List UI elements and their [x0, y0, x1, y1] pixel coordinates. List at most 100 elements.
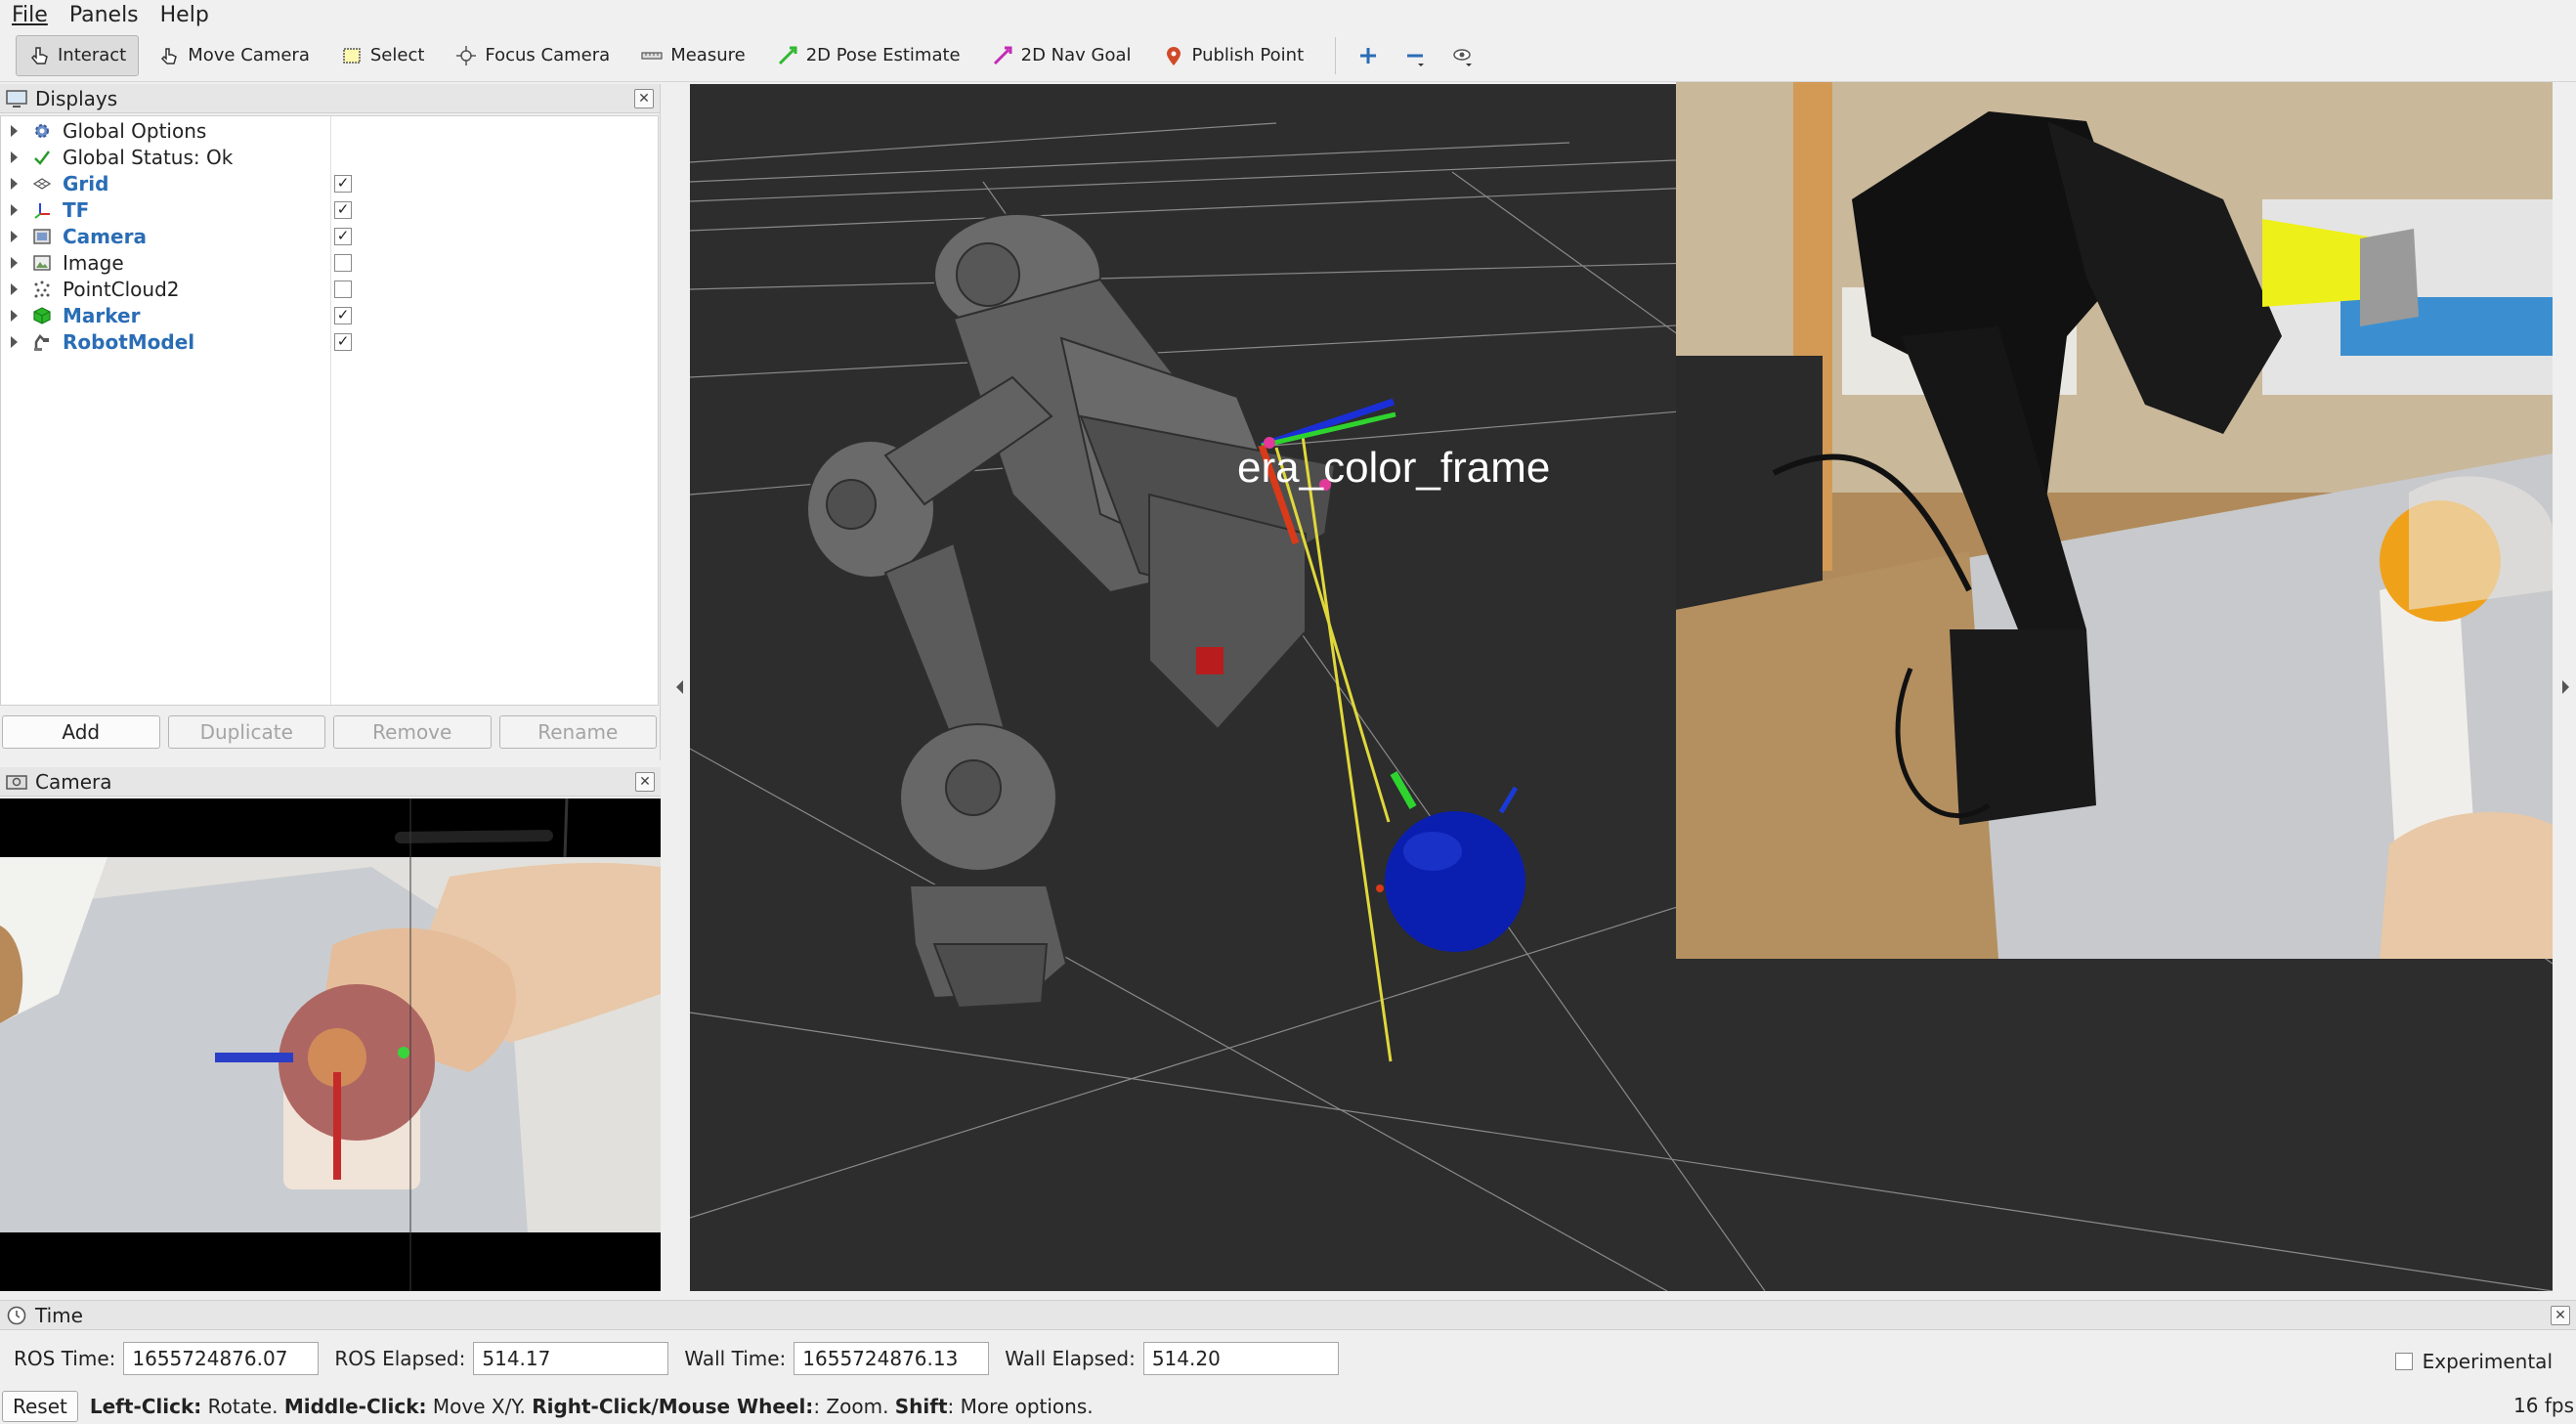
display-item-camera[interactable]: Camera ✓: [1, 223, 658, 249]
reset-button[interactable]: Reset: [2, 1390, 78, 1422]
nav-goal-tool-button[interactable]: 2D Nav Goal: [980, 35, 1143, 76]
display-item-label: TF: [63, 197, 90, 222]
time-panel: Time ✕ ROS Time: 1655724876.07 ROS Elaps…: [0, 1300, 2576, 1378]
display-enabled-checkbox[interactable]: ✓: [334, 174, 352, 193]
add-display-button[interactable]: Add: [2, 715, 160, 749]
robot-icon: [31, 331, 53, 353]
camera-icon: [31, 226, 53, 247]
experimental-checkbox[interactable]: [2394, 1353, 2413, 1370]
image-icon: [31, 252, 53, 274]
display-enabled-checkbox[interactable]: ✓: [334, 200, 352, 219]
experimental-toggle[interactable]: Experimental: [2394, 1350, 2553, 1373]
toolbar: Interact Move Camera Select Focus Camera…: [0, 29, 2576, 82]
expand-arrow-icon[interactable]: [11, 203, 18, 216]
display-item-label: RobotModel: [63, 329, 195, 354]
camera-panel-title: Camera: [35, 769, 112, 794]
display-item-marker[interactable]: Marker ✓: [1, 302, 658, 328]
right-dock-splitter[interactable]: [2553, 84, 2576, 1291]
display-item-grid[interactable]: Grid ✓: [1, 170, 658, 196]
displays-button-row: Add Duplicate Remove Rename: [0, 715, 659, 755]
duplicate-display-button[interactable]: Duplicate: [167, 715, 325, 749]
view-options-tool-button[interactable]: [1441, 35, 1482, 76]
menu-panels[interactable]: Panels: [69, 3, 139, 27]
axes-icon: [31, 199, 53, 221]
interact-label: Interact: [58, 45, 127, 65]
displays-panel: Displays ✕ Global Options Global Status: …: [0, 84, 661, 760]
collapse-right-arrow-icon[interactable]: [2562, 680, 2569, 694]
display-item-pointcloud2[interactable]: PointCloud2: [1, 276, 658, 302]
focus-camera-tool-button[interactable]: Focus Camera: [444, 35, 622, 76]
nav-goal-label: 2D Nav Goal: [1020, 45, 1132, 65]
expand-arrow-icon[interactable]: [11, 335, 18, 348]
publish-point-label: Publish Point: [1191, 45, 1305, 65]
display-enabled-checkbox[interactable]: ✓: [334, 227, 352, 245]
measure-tool-button[interactable]: Measure: [629, 35, 757, 76]
interact-tool-button[interactable]: Interact: [16, 34, 140, 76]
map-pin-icon: [1166, 46, 1181, 65]
time-fields-row: ROS Time: 1655724876.07 ROS Elapsed: 514…: [14, 1342, 1354, 1375]
menu-file[interactable]: File: [12, 3, 48, 27]
close-icon: ✕: [2555, 1308, 2566, 1323]
expand-arrow-icon[interactable]: [11, 309, 18, 322]
display-enabled-checkbox[interactable]: ✓: [334, 306, 352, 324]
display-item-tf[interactable]: TF ✓: [1, 196, 658, 223]
close-icon: ✕: [639, 774, 651, 790]
wall-time-field[interactable]: 1655724876.13: [794, 1342, 990, 1375]
move-camera-tool-button[interactable]: Move Camera: [147, 35, 322, 76]
clock-icon: [7, 1306, 26, 1324]
remove-tool-button[interactable]: [1395, 35, 1436, 76]
ros-time-field[interactable]: 1655724876.07: [123, 1342, 320, 1375]
pose-estimate-tool-button[interactable]: 2D Pose Estimate: [765, 35, 972, 76]
display-item-label: Global Options: [63, 118, 207, 143]
displays-title-bar: Displays ✕: [0, 84, 660, 113]
expand-arrow-icon[interactable]: [11, 230, 18, 242]
menu-help[interactable]: Help: [160, 3, 209, 27]
select-tool-button[interactable]: Select: [329, 35, 437, 76]
monitor-icon: [6, 89, 27, 108]
expand-arrow-icon[interactable]: [11, 282, 18, 295]
eye-icon: [1453, 48, 1473, 66]
collapse-left-arrow-icon[interactable]: [676, 680, 683, 694]
measure-label: Measure: [670, 45, 746, 65]
publish-point-tool-button[interactable]: Publish Point: [1151, 35, 1316, 76]
time-panel-title: Time: [35, 1303, 83, 1327]
ros-elapsed-field[interactable]: 514.17: [473, 1342, 669, 1375]
close-displays-button[interactable]: ✕: [634, 89, 654, 108]
add-tool-button[interactable]: [1348, 35, 1389, 76]
tf-frame-label: era_color_frame: [1237, 444, 1550, 492]
display-item-robotmodel[interactable]: RobotModel ✓: [1, 328, 658, 355]
close-icon: ✕: [638, 91, 650, 107]
camera-image-view[interactable]: [0, 798, 661, 1291]
expand-arrow-icon[interactable]: [11, 177, 18, 190]
displays-tree[interactable]: Global Options Global Status: Ok Grid ✓ TF ✓ C…: [0, 115, 659, 706]
menu-bar: File Panels Help: [0, 0, 2576, 29]
display-enabled-checkbox[interactable]: [334, 280, 352, 298]
remove-display-button[interactable]: Remove: [333, 715, 492, 749]
select-label: Select: [369, 45, 425, 65]
wall-elapsed-field[interactable]: 514.20: [1142, 1342, 1339, 1375]
display-item-label: PointCloud2: [63, 277, 180, 301]
display-item-label: Grid: [63, 171, 109, 195]
close-time-button[interactable]: ✕: [2551, 1306, 2570, 1325]
gear-icon: [31, 120, 53, 142]
check-icon: [31, 147, 53, 168]
display-item-image[interactable]: Image: [1, 249, 658, 276]
expand-arrow-icon[interactable]: [11, 151, 18, 163]
expand-arrow-icon[interactable]: [11, 256, 18, 269]
plus-icon: [1360, 47, 1377, 64]
display-item-global-status-ok[interactable]: Global Status: Ok: [1, 144, 658, 170]
rename-display-button[interactable]: Rename: [498, 715, 657, 749]
display-item-label: Image: [63, 250, 124, 275]
expand-arrow-icon[interactable]: [11, 124, 18, 137]
display-enabled-checkbox[interactable]: [334, 253, 352, 272]
left-dock-splitter[interactable]: [670, 84, 690, 1291]
interaction-hint: Left-Click: Rotate. Middle-Click: Move X…: [89, 1394, 1094, 1418]
display-item-label: Global Status: Ok: [63, 145, 234, 169]
green-arrow-icon: [778, 46, 797, 65]
display-item-global-options[interactable]: Global Options: [1, 117, 658, 144]
camera-panel-icon: [6, 774, 27, 790]
display-enabled-checkbox[interactable]: ✓: [334, 332, 352, 351]
close-camera-button[interactable]: ✕: [635, 772, 655, 792]
camera-title-bar: Camera ✕: [0, 767, 661, 797]
grid-icon: [31, 173, 53, 194]
